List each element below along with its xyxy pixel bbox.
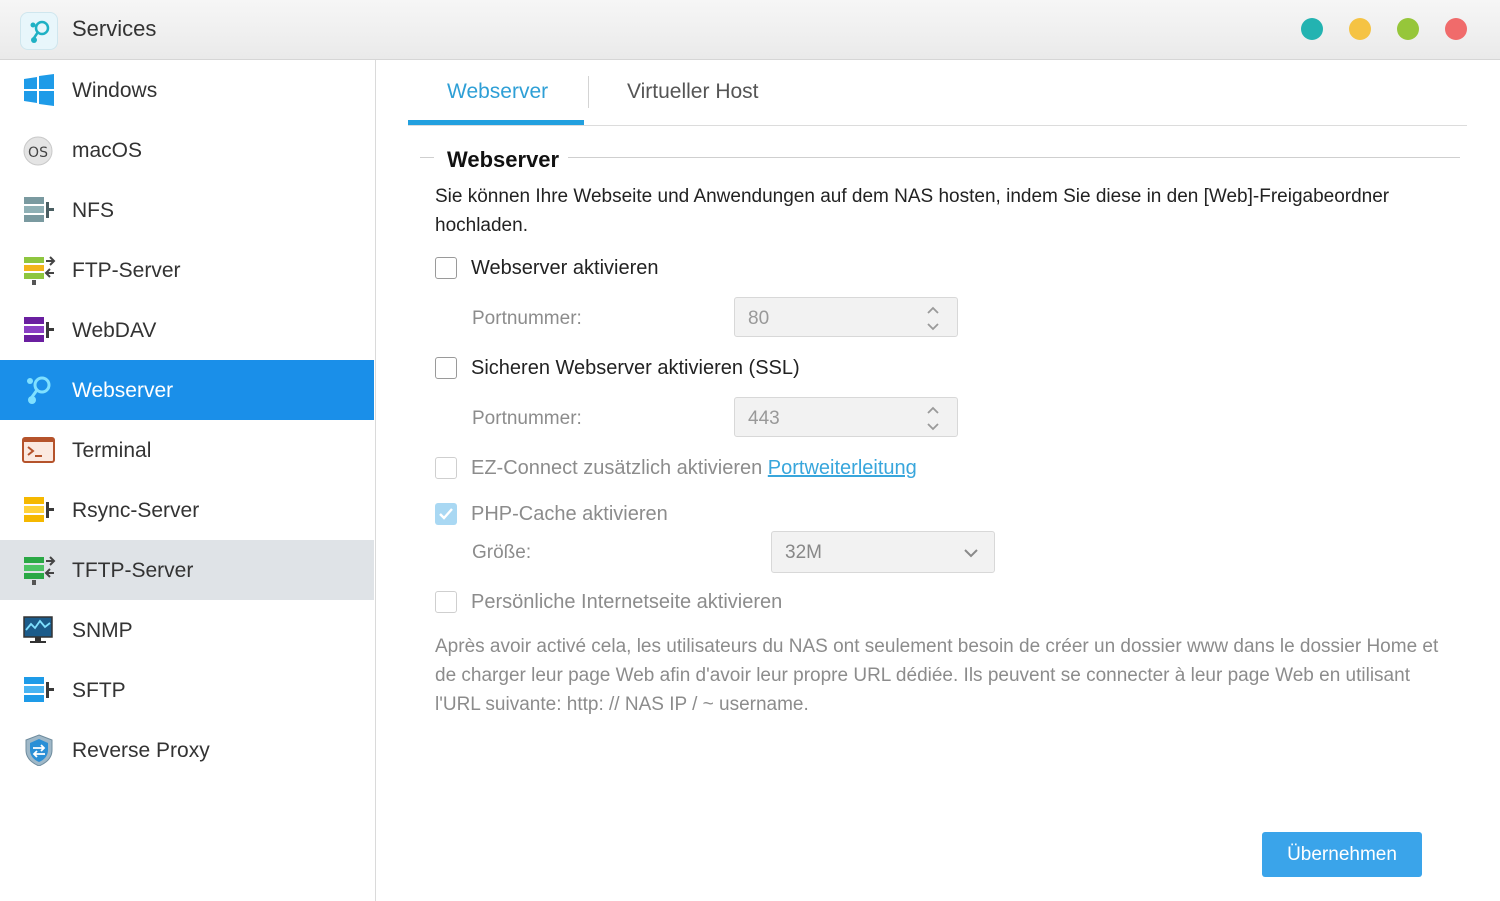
sidebar-item-windows[interactable]: Windows (0, 60, 374, 120)
ez-connect-checkbox[interactable] (435, 457, 457, 479)
sidebar-item-nfs[interactable]: NFS (0, 180, 374, 240)
ez-connect-label: EZ-Connect zusätzlich aktivieren (471, 457, 763, 479)
port-forwarding-link[interactable]: Portweiterleitung (768, 457, 917, 479)
sidebar-item-reverse-proxy[interactable]: Reverse Proxy (0, 720, 374, 780)
sidebar-item-ftp-server[interactable]: FTP-Server (0, 240, 374, 300)
tftp-server-icon (22, 554, 56, 586)
personal-site-checkbox[interactable] (435, 591, 457, 613)
sidebar-item-label: FTP-Server (72, 259, 181, 282)
sidebar-item-label: Rsync-Server (72, 499, 200, 522)
chevron-up-icon[interactable] (925, 403, 941, 415)
enable-webserver-checkbox[interactable] (435, 257, 457, 279)
tab-webserver[interactable]: Webserver (447, 80, 548, 104)
macos-icon: OS (22, 134, 56, 166)
windows-icon (22, 74, 56, 106)
sidebar-item-snmp[interactable]: SNMP (0, 600, 374, 660)
sidebar-item-rsync-server[interactable]: Rsync-Server (0, 480, 374, 540)
section-rule-left (420, 157, 434, 158)
enable-ssl-label: Sicheren Webserver aktivieren (SSL) (471, 357, 800, 379)
sidebar-item-label: SNMP (72, 619, 133, 642)
window-title: Services (72, 16, 157, 41)
tab-virtual-host[interactable]: Virtueller Host (627, 80, 759, 104)
sidebar-item-webdav[interactable]: WebDAV (0, 300, 374, 360)
close-window-button[interactable] (1445, 18, 1467, 40)
webdav-icon (22, 314, 56, 346)
php-cache-label: PHP-Cache aktivieren (471, 503, 668, 525)
personal-site-label: Persönliche Internetseite aktivieren (471, 591, 783, 613)
section-description: Sie können Ihre Webseite und Anwendungen… (435, 186, 1390, 236)
sidebar-item-terminal[interactable]: Terminal (0, 420, 374, 480)
sidebar-item-label: Reverse Proxy (72, 739, 210, 762)
sidebar-item-label: TFTP-Server (72, 559, 194, 582)
terminal-icon (22, 434, 56, 466)
main-panel: Webserver Virtueller Host Webserver Sie … (376, 60, 1500, 901)
ssl-port-label: Portnummer: (472, 408, 582, 429)
sftp-icon (22, 674, 56, 706)
section-title: Webserver (447, 147, 560, 172)
section-rule-right (568, 157, 1460, 158)
cache-size-value: 32M (785, 542, 822, 563)
enable-ssl-checkbox[interactable] (435, 357, 457, 379)
webserver-icon (22, 374, 56, 406)
chevron-down-icon (962, 546, 980, 558)
tab-divider (588, 76, 589, 108)
tab-bar-divider (408, 125, 1467, 126)
ssl-port-number-input[interactable]: 443 (734, 397, 958, 437)
sidebar-item-label: SFTP (72, 679, 126, 702)
sidebar-item-label: NFS (72, 199, 114, 222)
maximize-window-button[interactable] (1397, 18, 1419, 40)
enable-webserver-label: Webserver aktivieren (471, 257, 659, 279)
sidebar-item-macos[interactable]: OS macOS (0, 120, 374, 180)
sidebar: Windows OS macOS NFS FTP-Server WebDAV W… (0, 60, 376, 901)
chevron-down-icon[interactable] (925, 420, 941, 432)
reverse-proxy-icon (22, 734, 56, 767)
ftp-server-icon (22, 254, 56, 286)
sidebar-item-label: WebDAV (72, 319, 157, 342)
teal-window-button[interactable] (1301, 18, 1323, 40)
sidebar-item-label: Webserver (72, 379, 174, 402)
port-label: Portnummer: (472, 308, 582, 329)
php-cache-checkbox[interactable] (435, 503, 457, 525)
title-bar: Services (0, 0, 1500, 60)
sidebar-item-label: Windows (72, 79, 158, 102)
personal-site-note: Après avoir activé cela, les utilisateur… (435, 636, 1439, 715)
port-number-value: 80 (748, 308, 770, 329)
sidebar-item-webserver[interactable]: Webserver (0, 360, 374, 420)
cache-size-select[interactable]: 32M (771, 531, 995, 573)
ez-connect-option: EZ-Connect zusätzlich aktivieren Portwei… (471, 457, 917, 480)
sidebar-item-label: Terminal (72, 439, 152, 462)
services-icon (20, 12, 58, 50)
sidebar-item-sftp[interactable]: SFTP (0, 660, 374, 720)
chevron-down-icon[interactable] (925, 320, 941, 332)
svg-text:OS: OS (28, 145, 48, 161)
ssl-port-number-value: 443 (748, 408, 780, 429)
rsync-server-icon (22, 494, 56, 526)
nfs-icon (22, 194, 56, 226)
sidebar-item-tftp-server[interactable]: TFTP-Server (0, 540, 374, 600)
apply-button[interactable]: Übernehmen (1262, 832, 1422, 877)
chevron-up-icon[interactable] (925, 303, 941, 315)
size-label: Größe: (472, 542, 532, 563)
snmp-icon (22, 614, 56, 646)
minimize-window-button[interactable] (1349, 18, 1371, 40)
sidebar-item-label: macOS (72, 139, 143, 162)
port-number-input[interactable]: 80 (734, 297, 958, 337)
